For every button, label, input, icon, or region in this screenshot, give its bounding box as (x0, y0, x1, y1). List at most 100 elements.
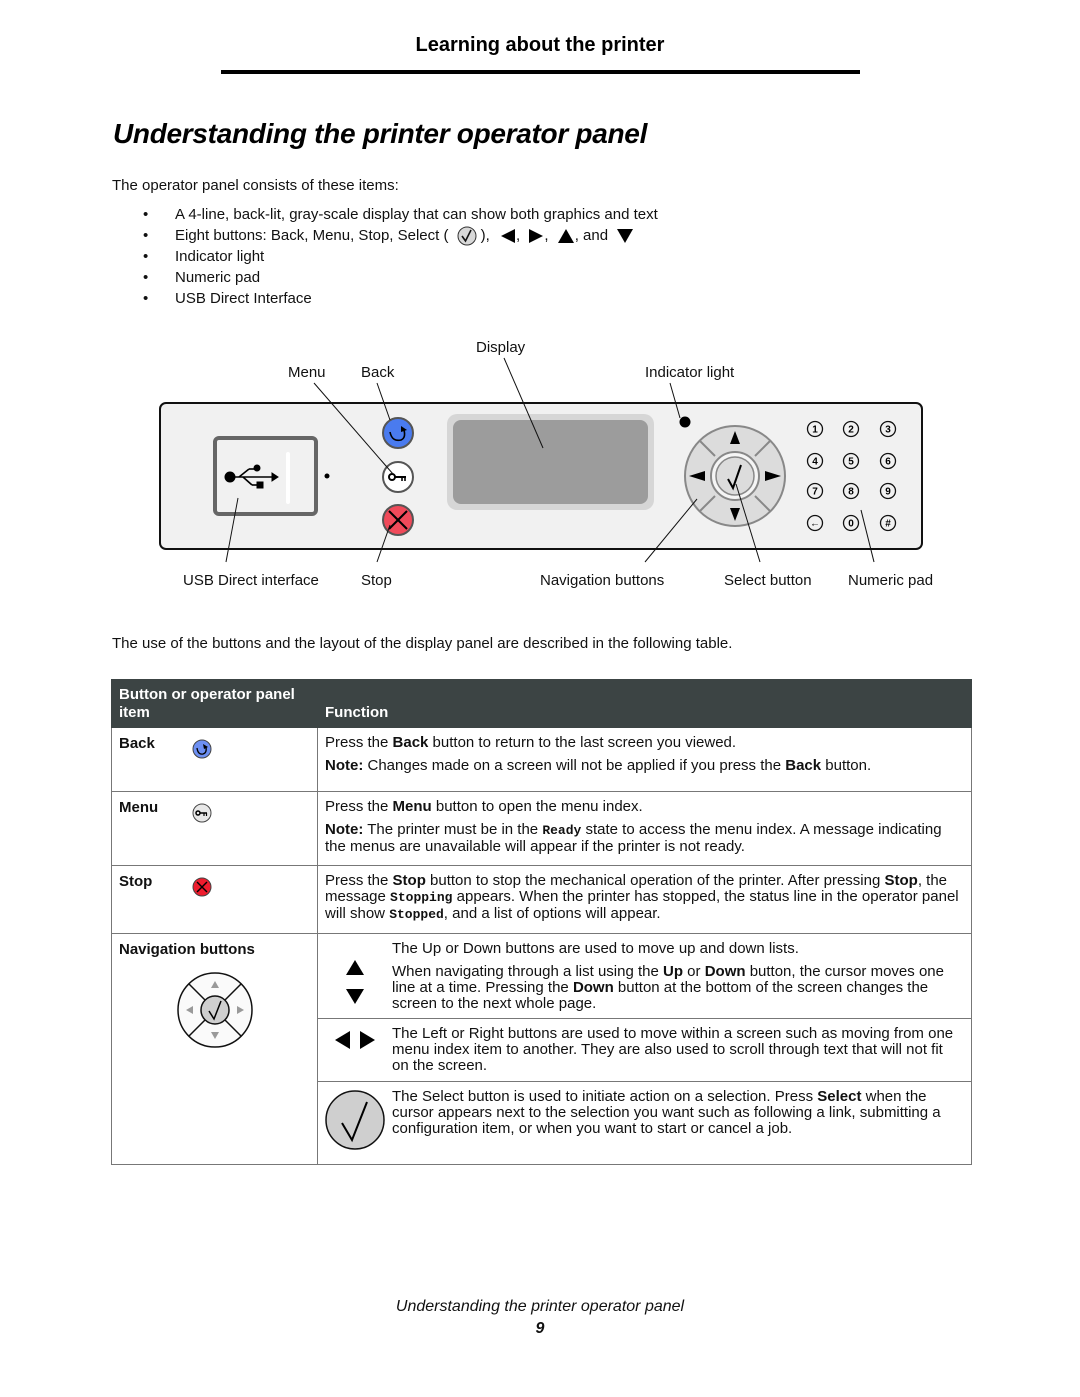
select-text: The Select button is used to initiate ac… (392, 1082, 971, 1164)
text-bold: Back (785, 757, 822, 774)
text-bold: Stop (884, 872, 918, 889)
left-arrow-icon (335, 1031, 350, 1049)
status-code: Stopped (389, 907, 444, 922)
text-bold: Stop (392, 872, 426, 889)
function-cell: Press the Back button to return to the l… (317, 727, 972, 792)
table-row: Stop Press the Stop button to stop the m… (111, 865, 972, 934)
keypad-key: 3 (879, 420, 897, 438)
sub-row-leftright: The Left or Right buttons are used to mo… (318, 1019, 971, 1082)
updown-icons (318, 934, 392, 1018)
keypad-key-label: ← (810, 519, 820, 530)
menu-key-icon (382, 461, 414, 493)
table-row: Navigation buttons The Up or Down button… (111, 933, 972, 1165)
keypad-key: 5 (842, 452, 860, 470)
keypad-key-label: 6 (885, 457, 891, 468)
keypad-key-label: 9 (885, 487, 891, 498)
keypad-key-label: 5 (848, 457, 854, 468)
item-cell: Menu (111, 791, 318, 866)
keypad-key-label: 1 (812, 425, 818, 436)
keypad-key: 1 (806, 420, 824, 438)
text: The Up or Down buttons are used to move … (392, 940, 799, 957)
back-icon (192, 739, 212, 759)
text-bold: Select (817, 1088, 862, 1105)
keypad-key: ← (806, 514, 824, 532)
text: or (683, 963, 705, 980)
item-cell: Back (111, 727, 318, 792)
text: button to open the menu index. (431, 798, 643, 815)
navigation-pad-icon (177, 972, 253, 1048)
note-label: Note: (325, 757, 364, 774)
text: The printer must be in the (363, 821, 543, 838)
header-item: Button or operator panel item (111, 679, 318, 728)
keypad-key-label: 0 (848, 519, 854, 530)
operator-panel-diagram: 1 2 3 4 5 6 7 8 9 ← 0 # (159, 357, 923, 563)
status-code: Stopping (390, 890, 453, 905)
sub-row-select: The Select button is used to initiate ac… (318, 1082, 971, 1164)
text-bold: Up (663, 963, 684, 980)
select-icon-wrap (318, 1082, 392, 1164)
function-cell: The Up or Down buttons are used to move … (317, 933, 972, 1165)
right-arrow-icon (360, 1031, 375, 1049)
keypad-key: 2 (842, 420, 860, 438)
keypad-key: # (879, 514, 897, 532)
text: The Select button is used to initiate ac… (392, 1088, 818, 1105)
function-cell: Press the Menu button to open the menu i… (317, 791, 972, 866)
usb-slot (286, 452, 290, 504)
item-cell: Stop (111, 865, 318, 934)
item-name: Back (119, 735, 155, 752)
keypad-key: 4 (806, 452, 824, 470)
text: When navigating through a list using the (392, 963, 664, 980)
leftright-text: The Left or Right buttons are used to mo… (392, 1025, 954, 1074)
table-intro: The use of the buttons and the layout of… (112, 635, 733, 652)
item-name: Stop (119, 873, 153, 890)
header-function: Function (317, 679, 972, 728)
table-row: Menu Press the Menu button to open the m… (111, 791, 972, 866)
keypad-key: 0 (842, 514, 860, 532)
updown-text: The Up or Down buttons are used to move … (392, 934, 971, 1018)
usb-dot (324, 473, 330, 479)
footer-title: Understanding the printer operator panel (395, 1298, 685, 1315)
text-bold: Down (572, 979, 614, 996)
navigation-pad (684, 425, 786, 527)
text: Press the (325, 798, 393, 815)
keypad-key-label: 2 (848, 425, 854, 436)
indicator-light (679, 416, 691, 428)
text: Press the (325, 734, 393, 751)
item-name: Menu (119, 799, 159, 816)
item-cell: Navigation buttons (111, 933, 318, 1165)
function-table: Button or operator panel item Function B… (111, 679, 972, 1165)
up-arrow-icon (346, 960, 364, 975)
display-screen (453, 420, 648, 504)
select-check-icon (325, 1090, 385, 1150)
keypad-key: 8 (842, 482, 860, 500)
menu-key-icon (192, 803, 212, 823)
text: Changes made on a screen will not be app… (363, 757, 786, 774)
keypad-key: 6 (879, 452, 897, 470)
keypad-key-label: 4 (812, 457, 818, 468)
leftright-icons (318, 1019, 392, 1081)
page-number: 9 (535, 1320, 545, 1337)
keypad-key-label: # (885, 519, 891, 530)
text: button. (821, 757, 872, 774)
text-bold: Back (392, 734, 429, 751)
back-button-icon (382, 417, 414, 449)
stop-button-icon (382, 504, 414, 536)
text: Press the (325, 872, 393, 889)
sub-row-updown: The Up or Down buttons are used to move … (318, 934, 971, 1019)
text: button to stop the mechanical operation … (425, 872, 885, 889)
table-row: Back Press the Back button to return to … (111, 727, 972, 792)
item-name: Navigation buttons (119, 941, 255, 958)
status-code: Ready (542, 823, 582, 838)
function-cell: Press the Stop button to stop the mechan… (317, 865, 972, 934)
text-bold: Menu (392, 798, 432, 815)
down-arrow-icon (346, 989, 364, 1004)
table-header-row: Button or operator panel item Function (111, 679, 972, 728)
text: , and a list of options will appear. (443, 905, 661, 922)
keypad-key-label: 8 (848, 487, 854, 498)
note-label: Note: (325, 821, 364, 838)
keypad-key-label: 7 (812, 487, 818, 498)
keypad-key-label: 3 (885, 425, 891, 436)
keypad-key: 9 (879, 482, 897, 500)
keypad-key: 7 (806, 482, 824, 500)
text: button to return to the last screen you … (428, 734, 737, 751)
